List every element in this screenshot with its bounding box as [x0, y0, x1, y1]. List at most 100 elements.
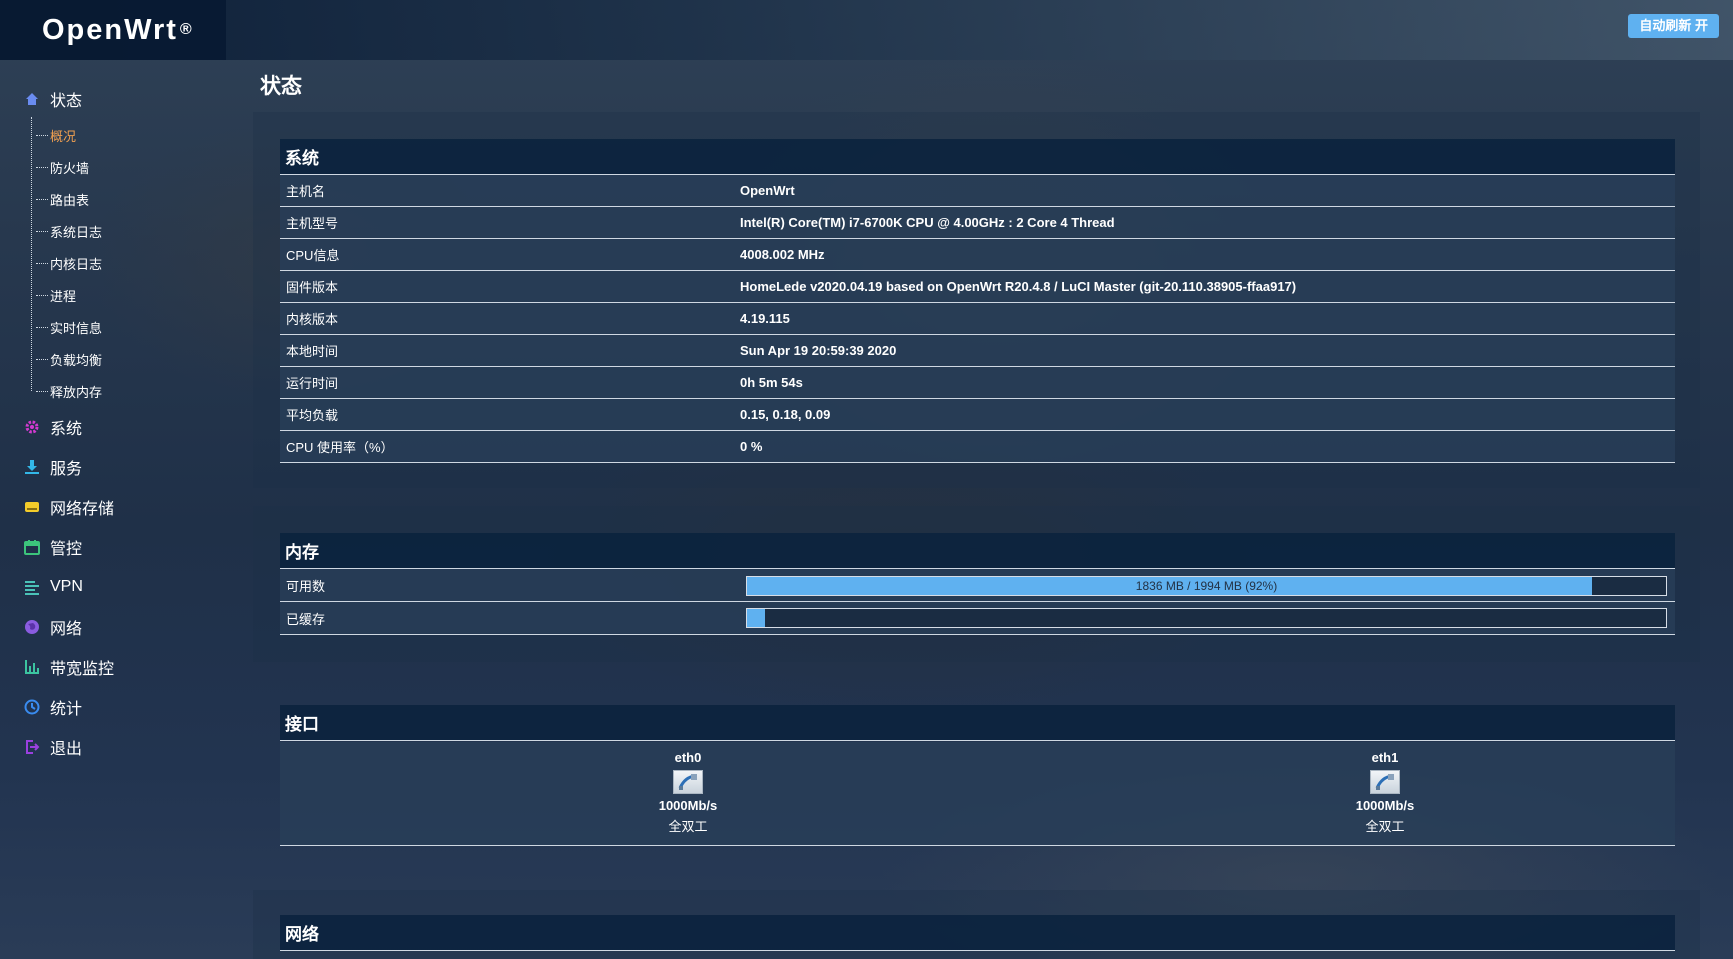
top-bar: OpenWrt ® 自动刷新 开 — [0, 0, 1733, 60]
sub-item-routes[interactable]: 路由表 — [36, 188, 89, 210]
system-row: 本地时间 Sun Apr 19 20:59:39 2020 — [280, 335, 1675, 367]
tree-dash — [36, 134, 48, 136]
memory-cached-bar — [746, 608, 1667, 628]
row-key: CPU 使用率（%） — [286, 440, 394, 455]
nav-control[interactable]: 管控 — [24, 532, 82, 562]
row-value: HomeLede v2020.04.19 based on OpenWrt R2… — [740, 279, 1297, 294]
memory-available-bar: 1836 MB / 1994 MB (92%) — [746, 576, 1667, 596]
sub-item-load-balance[interactable]: 负载均衡 — [36, 348, 102, 370]
globe-icon — [25, 620, 39, 634]
interface-speed: 1000Mb/s — [1355, 798, 1415, 813]
nav-label: 统计 — [50, 701, 83, 718]
auto-refresh-button[interactable]: 自动刷新 开 — [1628, 14, 1719, 38]
nav-system[interactable]: 系统 — [24, 412, 82, 442]
system-row: 固件版本 HomeLede v2020.04.19 based on OpenWr… — [280, 271, 1675, 303]
row-value: OpenWrt — [740, 183, 795, 198]
sub-item-label: 释放内存 — [50, 384, 103, 400]
lines-icon — [25, 581, 39, 595]
row-value: 4008.002 MHz — [740, 247, 825, 262]
sub-item-label: 系统日志 — [50, 224, 103, 240]
system-row: CPU信息 4008.002 MHz — [280, 239, 1675, 271]
storage-icon — [25, 502, 39, 512]
row-key: 运行时间 — [286, 376, 339, 391]
bar-chart-icon — [25, 660, 39, 674]
sub-item-kernel-log[interactable]: 内核日志 — [36, 252, 102, 274]
tree-dash — [36, 262, 48, 264]
tree-dash — [36, 230, 48, 232]
sub-item-processes[interactable]: 进程 — [36, 284, 76, 306]
row-key: 可用数 — [286, 578, 326, 594]
nav-status[interactable]: 状态 — [24, 84, 82, 114]
nav-statistics[interactable]: 统计 — [24, 692, 82, 722]
sub-item-overview[interactable]: 概况 — [36, 124, 76, 146]
page-title: 状态 — [260, 75, 302, 98]
system-row: CPU 使用率（%） 0 % — [280, 431, 1675, 463]
nav-label: 退出 — [50, 741, 83, 758]
tree-dash — [36, 358, 48, 360]
row-value: 0h 5m 54s — [740, 375, 803, 390]
system-row: 运行时间 0h 5m 54s — [280, 367, 1675, 399]
interface-duplex: 全双工 — [668, 819, 708, 834]
row-key: 主机型号 — [286, 216, 339, 231]
tree-dash — [36, 326, 48, 328]
system-row: 内核版本 4.19.115 — [280, 303, 1675, 335]
nav-label: 带宽监控 — [50, 661, 115, 678]
nav-storage[interactable]: 网络存储 — [24, 492, 114, 522]
nav-services[interactable]: 服务 — [24, 452, 82, 482]
nav-bandwidth[interactable]: 带宽监控 — [24, 652, 114, 682]
tree-dash — [36, 198, 48, 200]
interface-speed: 1000Mb/s — [658, 798, 718, 813]
interface-name: eth1 — [1371, 750, 1399, 765]
row-key: 内核版本 — [286, 312, 339, 327]
gear-icon — [25, 420, 39, 434]
sub-item-label: 进程 — [50, 288, 77, 304]
row-value: 4.19.115 — [740, 311, 790, 326]
nav-label: 管控 — [50, 541, 83, 558]
interfaces-box: eth0 1000Mb/s 全双工 eth1 1000Mb/s 全双工 — [280, 742, 1675, 846]
row-key: 已缓存 — [286, 611, 326, 627]
network-section-title: 网络 — [280, 915, 1675, 951]
sub-item-label: 路由表 — [50, 192, 90, 208]
tree-line — [31, 117, 32, 391]
download-icon — [25, 460, 39, 474]
nav-network[interactable]: 网络 — [24, 612, 82, 642]
interface-name: eth0 — [674, 750, 702, 765]
interface-eth0[interactable]: eth0 1000Mb/s 全双工 — [628, 750, 748, 834]
nav-label: 网络 — [50, 621, 83, 638]
row-value: 0 % — [740, 439, 763, 454]
sub-item-system-log[interactable]: 系统日志 — [36, 220, 102, 242]
tree-dash — [36, 294, 48, 296]
sub-item-realtime[interactable]: 实时信息 — [36, 316, 102, 338]
row-key: 平均负载 — [286, 408, 339, 423]
memory-section-title: 内存 — [280, 533, 1675, 569]
nav-label: 系统 — [50, 421, 83, 438]
calendar-icon — [24, 540, 40, 555]
row-key: 主机名 — [286, 184, 326, 199]
memory-available-text: 1836 MB / 1994 MB (92%) — [1135, 579, 1278, 593]
sub-item-firewall[interactable]: 防火墙 — [36, 156, 89, 178]
system-row: 主机型号 Intel(R) Core(TM) i7-6700K CPU @ 4.0… — [280, 207, 1675, 239]
nav-status-label: 状态 — [50, 93, 83, 110]
ethernet-port-icon — [1370, 770, 1400, 794]
nav-vpn[interactable]: VPN — [24, 572, 83, 602]
interface-eth1[interactable]: eth1 1000Mb/s 全双工 — [1325, 750, 1445, 834]
brand-name: OpenWrt — [42, 13, 178, 46]
tree-dash — [36, 166, 48, 168]
system-section-title: 系统 — [280, 139, 1675, 175]
brand-logo[interactable]: OpenWrt ® — [0, 0, 226, 60]
nav-label: 网络存储 — [50, 501, 115, 518]
row-key: CPU信息 — [286, 248, 340, 263]
interfaces-section-title: 接口 — [280, 705, 1675, 741]
sub-item-label: 防火墙 — [50, 160, 90, 176]
logout-icon — [26, 740, 40, 754]
row-key: 固件版本 — [286, 280, 339, 295]
nav-logout[interactable]: 退出 — [24, 732, 82, 762]
sub-item-free-memory[interactable]: 释放内存 — [36, 380, 102, 402]
sub-item-label: 实时信息 — [50, 320, 103, 336]
home-icon — [26, 93, 38, 105]
nav-label: VPN — [50, 578, 83, 595]
sub-item-label: 概况 — [50, 128, 77, 144]
row-key: 本地时间 — [286, 344, 339, 359]
sub-item-label: 内核日志 — [50, 256, 103, 272]
row-value: Intel(R) Core(TM) i7-6700K CPU @ 4.00GHz… — [740, 215, 1115, 230]
